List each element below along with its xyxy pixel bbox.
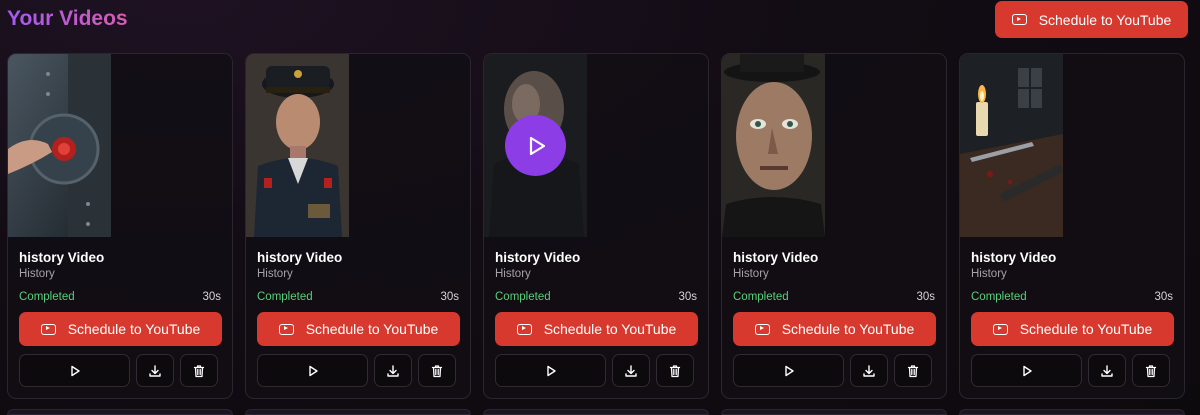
video-duration: 30s — [1154, 291, 1173, 303]
video-title: history Video — [19, 250, 105, 265]
video-card: history Video History Completed 30s Sche… — [245, 53, 471, 399]
youtube-icon — [754, 323, 770, 335]
candle-knives-image — [960, 54, 1063, 237]
video-card: history Video History Completed 30s Sche… — [483, 53, 709, 399]
download-icon — [625, 364, 637, 377]
play-icon — [308, 365, 318, 376]
video-duration: 30s — [678, 291, 697, 303]
download-button[interactable] — [136, 354, 174, 387]
next-row-card — [959, 409, 1185, 415]
download-icon — [863, 364, 875, 377]
download-button[interactable] — [850, 354, 888, 387]
youtube-icon — [992, 323, 1008, 335]
video-category: History — [257, 268, 293, 280]
hover-play-button[interactable] — [505, 115, 566, 176]
delete-button[interactable] — [656, 354, 694, 387]
video-card: history Video History Completed 30s Sche… — [721, 53, 947, 399]
schedule-label: Schedule to YouTube — [67, 321, 201, 337]
video-card: history Video History Completed 30s Sche… — [959, 53, 1185, 399]
schedule-label: Schedule to YouTube — [543, 321, 677, 337]
play-icon — [784, 365, 794, 376]
schedule-to-youtube-button[interactable]: Schedule to YouTube — [495, 312, 698, 346]
play-icon — [546, 365, 556, 376]
download-icon — [149, 364, 161, 377]
video-duration: 30s — [440, 291, 459, 303]
video-status: Completed — [495, 291, 551, 303]
delete-button[interactable] — [1132, 354, 1170, 387]
video-status: Completed — [257, 291, 313, 303]
video-thumbnail[interactable] — [484, 54, 587, 237]
video-actions — [733, 354, 932, 387]
video-thumbnail[interactable] — [246, 54, 349, 237]
video-grid: history Video History Completed 30s Sche… — [7, 53, 1185, 399]
video-actions — [971, 354, 1170, 387]
schedule-to-youtube-button[interactable]: Schedule to YouTube — [733, 312, 936, 346]
youtube-icon — [278, 323, 294, 335]
next-row-card — [245, 409, 471, 415]
video-thumbnail[interactable] — [722, 54, 825, 237]
video-status: Completed — [971, 291, 1027, 303]
play-button[interactable] — [19, 354, 130, 387]
video-status: Completed — [19, 291, 75, 303]
trash-icon — [669, 364, 681, 377]
page-title: Your Videos — [7, 7, 128, 30]
video-title: history Video — [495, 250, 581, 265]
youtube-icon — [40, 323, 56, 335]
youtube-icon — [1011, 14, 1027, 25]
play-icon — [1022, 365, 1032, 376]
trash-icon — [1145, 364, 1157, 377]
download-button[interactable] — [1088, 354, 1126, 387]
delete-button[interactable] — [418, 354, 456, 387]
schedule-label: Schedule to YouTube — [305, 321, 439, 337]
schedule-all-label: Schedule to YouTube — [1038, 11, 1172, 28]
vault-door-image — [8, 54, 111, 237]
video-title: history Video — [733, 250, 819, 265]
video-category: History — [19, 268, 55, 280]
schedule-to-youtube-button[interactable]: Schedule to YouTube — [19, 312, 222, 346]
download-button[interactable] — [374, 354, 412, 387]
play-button[interactable] — [971, 354, 1082, 387]
video-actions — [495, 354, 694, 387]
video-title: history Video — [971, 250, 1057, 265]
video-category: History — [495, 268, 531, 280]
video-thumbnail[interactable] — [8, 54, 111, 237]
page-header: Your Videos Schedule to YouTube — [0, 0, 1200, 45]
schedule-label: Schedule to YouTube — [1019, 321, 1153, 337]
next-row-card — [7, 409, 233, 415]
trash-icon — [193, 364, 205, 377]
play-button[interactable] — [495, 354, 606, 387]
schedule-to-youtube-button[interactable]: Schedule to YouTube — [257, 312, 460, 346]
video-duration: 30s — [916, 291, 935, 303]
download-icon — [1101, 364, 1113, 377]
play-button[interactable] — [733, 354, 844, 387]
delete-button[interactable] — [894, 354, 932, 387]
video-thumbnail[interactable] — [960, 54, 1063, 237]
schedule-to-youtube-button[interactable]: Schedule to YouTube — [971, 312, 1174, 346]
video-category: History — [733, 268, 769, 280]
download-button[interactable] — [612, 354, 650, 387]
hat-man-image — [722, 54, 825, 237]
download-icon — [387, 364, 399, 377]
trash-icon — [431, 364, 443, 377]
next-row-card — [721, 409, 947, 415]
video-status: Completed — [733, 291, 789, 303]
video-title: history Video — [257, 250, 343, 265]
play-icon — [529, 136, 545, 155]
next-row-card — [483, 409, 709, 415]
trash-icon — [907, 364, 919, 377]
schedule-label: Schedule to YouTube — [781, 321, 915, 337]
video-actions — [257, 354, 456, 387]
video-card: history Video History Completed 30s Sche… — [7, 53, 233, 399]
play-button[interactable] — [257, 354, 368, 387]
video-actions — [19, 354, 218, 387]
delete-button[interactable] — [180, 354, 218, 387]
play-icon — [70, 365, 80, 376]
youtube-icon — [516, 323, 532, 335]
video-duration: 30s — [202, 291, 221, 303]
schedule-all-button[interactable]: Schedule to YouTube — [995, 1, 1188, 38]
video-category: History — [971, 268, 1007, 280]
officer-portrait-image — [246, 54, 349, 237]
